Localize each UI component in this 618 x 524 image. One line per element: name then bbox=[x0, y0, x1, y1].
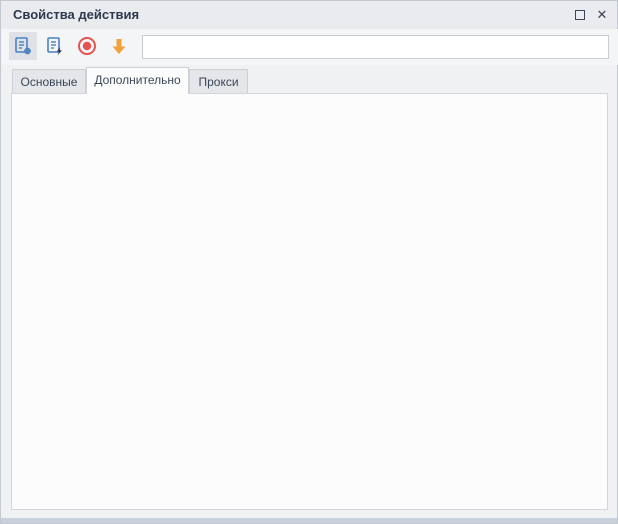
maximize-icon bbox=[575, 10, 585, 20]
window-bottom-edge bbox=[1, 518, 617, 523]
close-icon: ✕ bbox=[597, 7, 608, 23]
document-gear-icon bbox=[12, 35, 34, 57]
window-title: Свойства действия bbox=[13, 7, 139, 22]
tab-proksi[interactable]: Прокси bbox=[189, 69, 248, 94]
tab-content-panel bbox=[11, 93, 608, 510]
toolbar-input[interactable] bbox=[142, 35, 609, 59]
record-icon bbox=[76, 35, 98, 57]
tab-osnovnye[interactable]: Основные bbox=[12, 69, 86, 94]
maximize-button[interactable] bbox=[571, 6, 589, 24]
edit-action-button[interactable] bbox=[41, 32, 69, 60]
action-properties-button[interactable] bbox=[9, 32, 37, 60]
tab-dopolnitelno[interactable]: Дополнительно bbox=[86, 67, 189, 94]
toolbar bbox=[2, 29, 618, 65]
arrow-down-icon bbox=[108, 35, 130, 57]
document-lightning-icon bbox=[44, 35, 66, 57]
close-button[interactable]: ✕ bbox=[593, 6, 611, 24]
download-button[interactable] bbox=[105, 32, 133, 60]
title-bar: Свойства действия ✕ bbox=[1, 1, 617, 29]
record-button[interactable] bbox=[73, 32, 101, 60]
action-properties-window: Свойства действия ✕ bbox=[0, 0, 618, 524]
